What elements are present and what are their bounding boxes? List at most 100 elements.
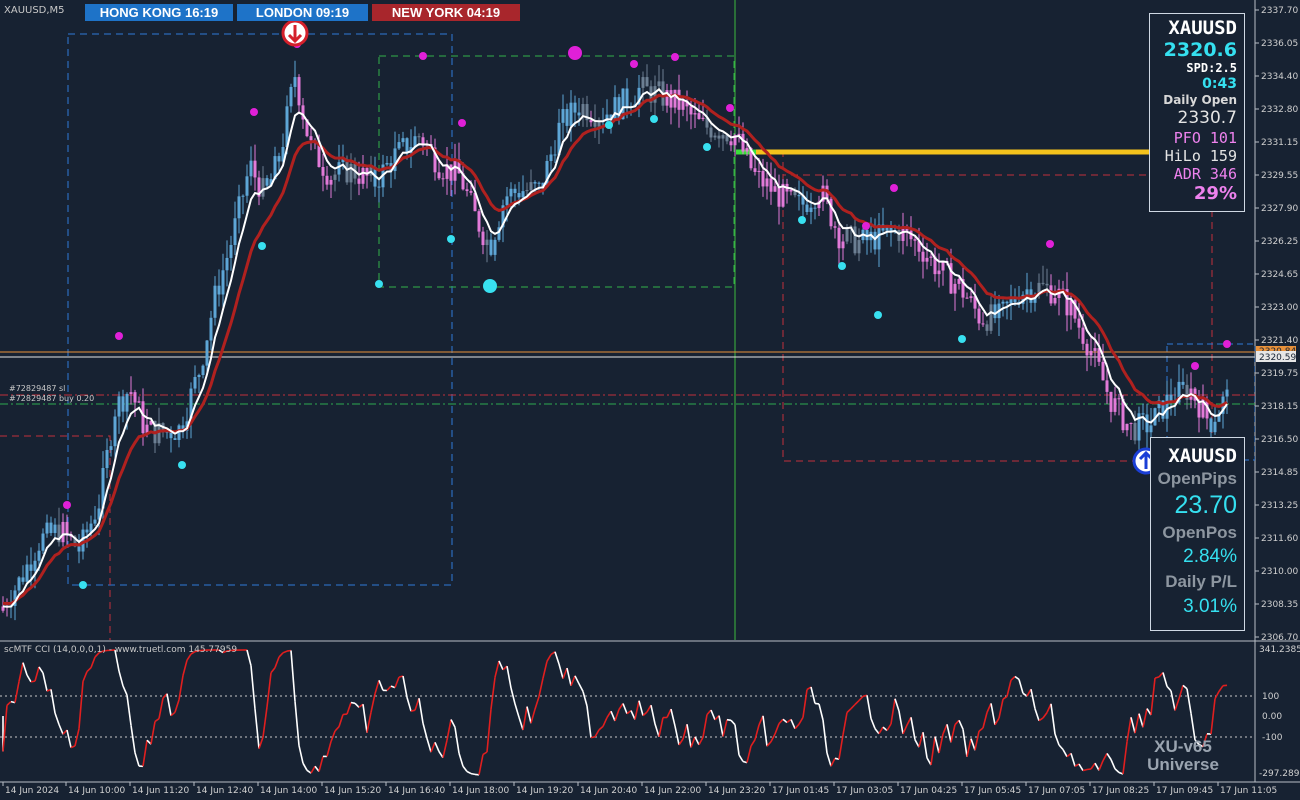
daily-pl-label: Daily P/L [1165,572,1237,591]
price-bar-body [833,226,837,228]
price-bar-body [797,195,801,197]
cci-tick-label: 0.00 [1262,712,1282,722]
price-bar-body [681,100,685,110]
cci-segment [470,772,476,776]
price-bar-body [109,446,113,450]
price-bar-body [1133,422,1137,441]
price-bar-body [1117,398,1121,400]
price-bar-body [693,113,697,115]
price-bar-body [529,182,533,191]
time-tick-label: 14 Jun 14:00 [260,786,317,796]
price-bar-body [1125,423,1129,431]
price-bar-body [537,182,541,184]
price-bar-body [569,102,573,126]
price-bar-body [937,270,941,275]
price-bar-body [989,304,993,331]
price-bar-body [261,178,265,197]
price-bar-body [565,109,569,126]
price-bar-body [957,279,961,284]
price-bar-body [217,285,221,295]
price-tick-label: 2337.70 [1261,6,1298,16]
info-timer: 0:43 [1202,76,1237,92]
price-bar-body [85,529,89,533]
price-bar-body [93,519,97,524]
time-tick-label: 14 Jun 12:40 [196,786,253,796]
price-bar-body [837,227,841,249]
price-bar-body [729,141,733,146]
price-tick-label: 2316.50 [1261,435,1298,445]
price-bar-body [1089,350,1093,356]
price-bar-body [17,577,21,591]
price-bar-body [1093,348,1097,351]
swing-high-dot [419,52,427,60]
price-bar-body [309,136,313,141]
price-tick-label: 2332.80 [1261,105,1298,115]
price-bar-body [493,239,497,255]
price-bar-body [453,159,457,181]
cci-segment [350,701,356,705]
time-tick-label: 14 Jun 10:00 [68,786,125,796]
cci-tick-label: -100 [1262,733,1283,743]
price-bar-body [37,550,41,561]
price-bar-body [1213,421,1217,433]
price-bar-body [33,560,37,571]
price-bar-body [401,138,405,143]
price-bar-body [845,228,849,242]
price-bar-body [173,438,177,440]
price-bar-body [753,168,757,172]
price-bar-body [277,156,281,162]
price-bar-body [841,241,845,249]
price-bar-body [757,170,761,172]
swing-high-dot [890,184,898,192]
price-bar-body [1145,414,1149,433]
price-bar-body [1069,300,1073,316]
price-bar-body [577,112,581,116]
price-bar-body [953,283,957,294]
price-bar-body [209,317,213,341]
time-tick-label: 17 Jun 03:05 [836,786,893,796]
price-bar-body [249,160,253,177]
price-bar-body [517,193,521,198]
price-tick-label: 2321.40 [1261,336,1298,346]
time-tick-label: 17 Jun 07:05 [1028,786,1085,796]
price-bar-body [465,189,469,192]
price-bar-body [233,218,237,245]
swing-high-dot [1191,362,1199,370]
price-tick-label: 2314.85 [1261,468,1298,478]
price-bar-body [29,564,33,571]
session-new-york: NEW YORK 04:19 [372,4,520,21]
cci-segment [1086,768,1092,771]
time-tick-label: 14 Jun 15:20 [324,786,381,796]
info-symbol: XAUUSD [1168,17,1237,39]
price-bar-body [1181,381,1185,385]
info-panel: XAUUSD 2320.6 SPD:2.5 0:43 Daily Open 23… [1149,13,1245,212]
price-bar-body [897,230,901,241]
price-bar-body [225,257,229,271]
cci-tick-label: -297.28961 [1259,769,1300,779]
price-bar-body [965,297,969,299]
brand-line2: Universe [1147,755,1219,774]
cci-segment [410,709,416,712]
swing-low-dot [258,242,266,250]
price-bar-body [597,121,601,127]
price-bar-body [297,77,301,106]
price-bar-body [701,117,705,119]
time-tick-label: 17 Jun 05:45 [964,786,1021,796]
cci-segment [726,718,732,722]
price-bar-body [985,324,989,331]
price-bar-body [1105,380,1109,392]
price-bar-body [777,186,781,207]
price-bar-body [625,88,629,108]
price-bar-body [1005,301,1009,304]
indicator-label: scMTF CCI (14,0,0,0,1) - www.truetl.com … [4,645,238,655]
price-bar-body [765,178,769,187]
trading-chart[interactable]: 2337.70 2336.05 2334.40 2332.80 2331.15 2329.… [0,0,1300,800]
price-bar-body [921,251,925,262]
time-tick-label: 14 Jun 22:00 [644,786,701,796]
price-bar-body [137,401,141,403]
time-tick-label: 14 Jun 11:20 [132,786,189,796]
daily-open-label: Daily Open [1163,93,1237,107]
time-tick-label: 17 Jun 04:25 [900,786,957,796]
price-bar-body [745,148,749,152]
price-bar-body [477,211,481,232]
